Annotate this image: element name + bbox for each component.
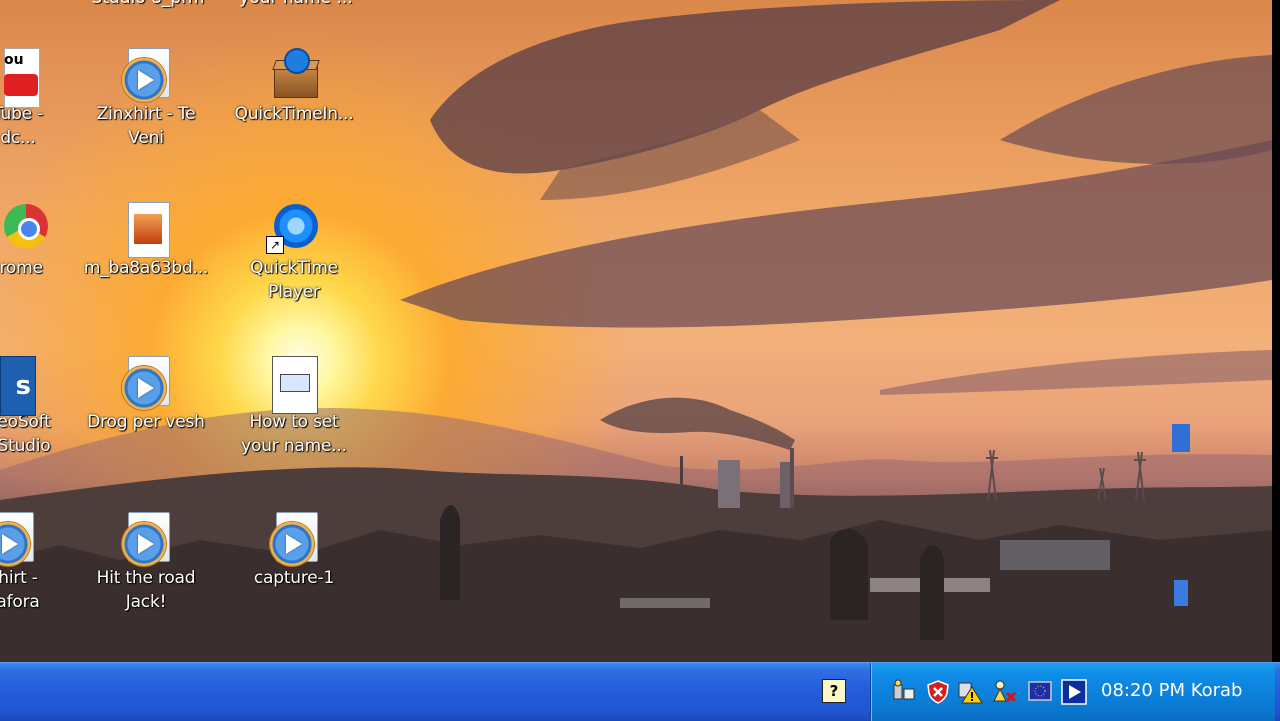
user-alert-icon[interactable] <box>991 679 1017 705</box>
media-file-icon <box>122 48 170 102</box>
desktop-icon-quicktime-player[interactable]: ↗ QuickTime Player <box>224 202 364 304</box>
installer-box-icon <box>270 48 320 98</box>
desktop-icon-label: Drog per vesh <box>87 412 205 432</box>
partial-icon-label-2[interactable]: your name ... <box>226 0 366 8</box>
desktop-icon-label: How to set your name... <box>241 412 347 456</box>
desktop-icon-label: Hit the road Jack! <box>96 568 196 612</box>
desktop-icon-label: Chrome <box>0 258 43 278</box>
desktop-icon-label: QuickTimeIn... <box>234 104 354 124</box>
desktop-icon-quicktime-installer[interactable]: QuickTimeIn... <box>224 48 364 126</box>
desktop-icon-image-file[interactable]: m_ba8a63bd... <box>76 202 216 280</box>
taskbar-clock[interactable]: 08:20 PM Korab <box>1101 680 1242 701</box>
desktop-icon-label: capture-1 <box>253 568 335 588</box>
desktop-wallpaper: Studio 8_prm your name ... ou Tube - dc.… <box>0 0 1272 662</box>
desktop-icon-capture-1[interactable]: capture-1 <box>224 512 364 590</box>
monitor-icon[interactable] <box>1027 679 1053 705</box>
security-warning-icon[interactable] <box>957 679 983 705</box>
image-file-icon <box>122 202 170 258</box>
security-shield-icon[interactable] <box>925 679 951 705</box>
desktop-icon-label: hirt - afora <box>0 568 40 612</box>
youtube-icon: ou <box>0 48 42 108</box>
desktop-icon-youtube[interactable]: ou Tube - dc... <box>0 48 88 150</box>
desktop-icon-label: Tube - dc... <box>0 104 44 148</box>
desktop-icon-chrome[interactable]: Chrome <box>0 202 80 280</box>
taskbar[interactable]: ? 08:20 PM Korab <box>0 662 1280 721</box>
media-file-icon <box>122 512 170 566</box>
desktop-icon-how-to-set-your-name[interactable]: How to set your name... <box>224 356 364 458</box>
media-file-icon <box>0 512 34 566</box>
web-document-icon <box>270 356 318 414</box>
desktop-icon-zinxhirt-te-veni[interactable]: Zinxhirt - Te Veni <box>76 48 216 150</box>
network-icon[interactable] <box>891 679 917 705</box>
partial-icon-label-1[interactable]: Studio 8_prm <box>78 0 218 8</box>
help-button[interactable]: ? <box>822 679 846 703</box>
desktop-icon-drog-per-vesh[interactable]: Drog per vesh <box>76 356 216 434</box>
system-tray[interactable]: 08:20 PM Korab <box>870 663 1275 721</box>
desktop-icon-label: m_ba8a63bd... <box>83 258 209 278</box>
media-player-icon[interactable] <box>1061 679 1087 705</box>
screen-edge <box>1272 0 1280 662</box>
desktop-icon-zinxhirt-afora[interactable]: hirt - afora <box>0 512 88 614</box>
chrome-icon <box>0 202 48 250</box>
desktop-icon-hit-the-road-jack[interactable]: Hit the road Jack! <box>76 512 216 614</box>
media-file-icon <box>270 512 318 566</box>
videosoft-icon: s <box>0 356 48 416</box>
desktop-icon-label: Zinxhirt - Te Veni <box>96 104 196 148</box>
media-file-icon <box>122 356 170 410</box>
quicktime-icon: ↗ <box>266 202 318 254</box>
desktop-icon-label: QuickTime Player <box>250 258 338 302</box>
